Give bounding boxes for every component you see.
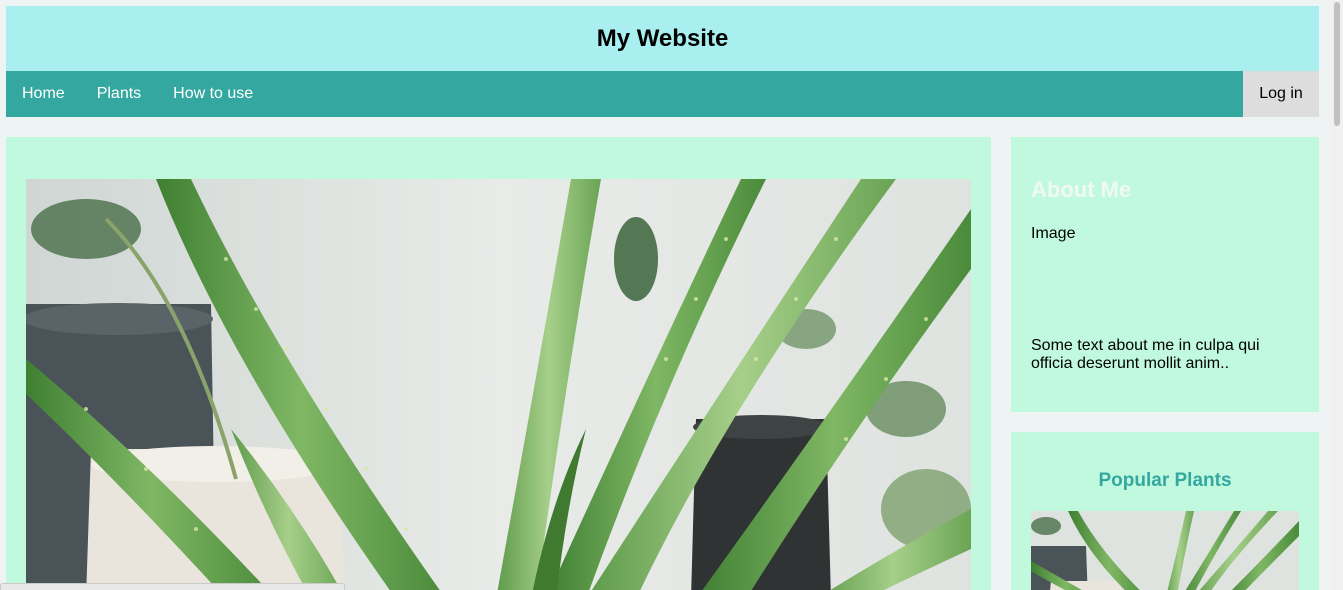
login-button[interactable]: Log in (1243, 71, 1319, 117)
about-title: About Me (1031, 177, 1132, 202)
page: My Website Home Plants How to use Log in (0, 0, 1343, 590)
nav-link-how-to-use[interactable]: How to use (157, 71, 269, 117)
main-content-card (6, 137, 991, 590)
site-title: My Website (596, 24, 729, 52)
vertical-scrollbar[interactable] (1331, 0, 1343, 590)
popular-plants-card: Popular Plants (1011, 432, 1319, 590)
nav-bar: Home Plants How to use Log in (6, 71, 1319, 117)
aloe-thumbnail-photo (1031, 511, 1299, 590)
about-me-card: About Me Image Some text about me in cul… (1011, 137, 1319, 412)
nav-link-plants[interactable]: Plants (81, 71, 157, 117)
browser-status-bar (0, 583, 345, 590)
popular-plant-thumbnail[interactable] (1031, 511, 1299, 590)
aloe-plant-photo (26, 179, 971, 590)
site-header: My Website (6, 6, 1319, 71)
about-image-placeholder: Image (1031, 225, 1076, 242)
hero-plant-image (26, 179, 971, 590)
nav-link-home[interactable]: Home (6, 71, 81, 117)
about-text: Some text about me in culpa qui officia … (1031, 337, 1260, 372)
popular-plants-title: Popular Plants (1098, 470, 1232, 491)
scrollbar-thumb[interactable] (1334, 2, 1340, 126)
